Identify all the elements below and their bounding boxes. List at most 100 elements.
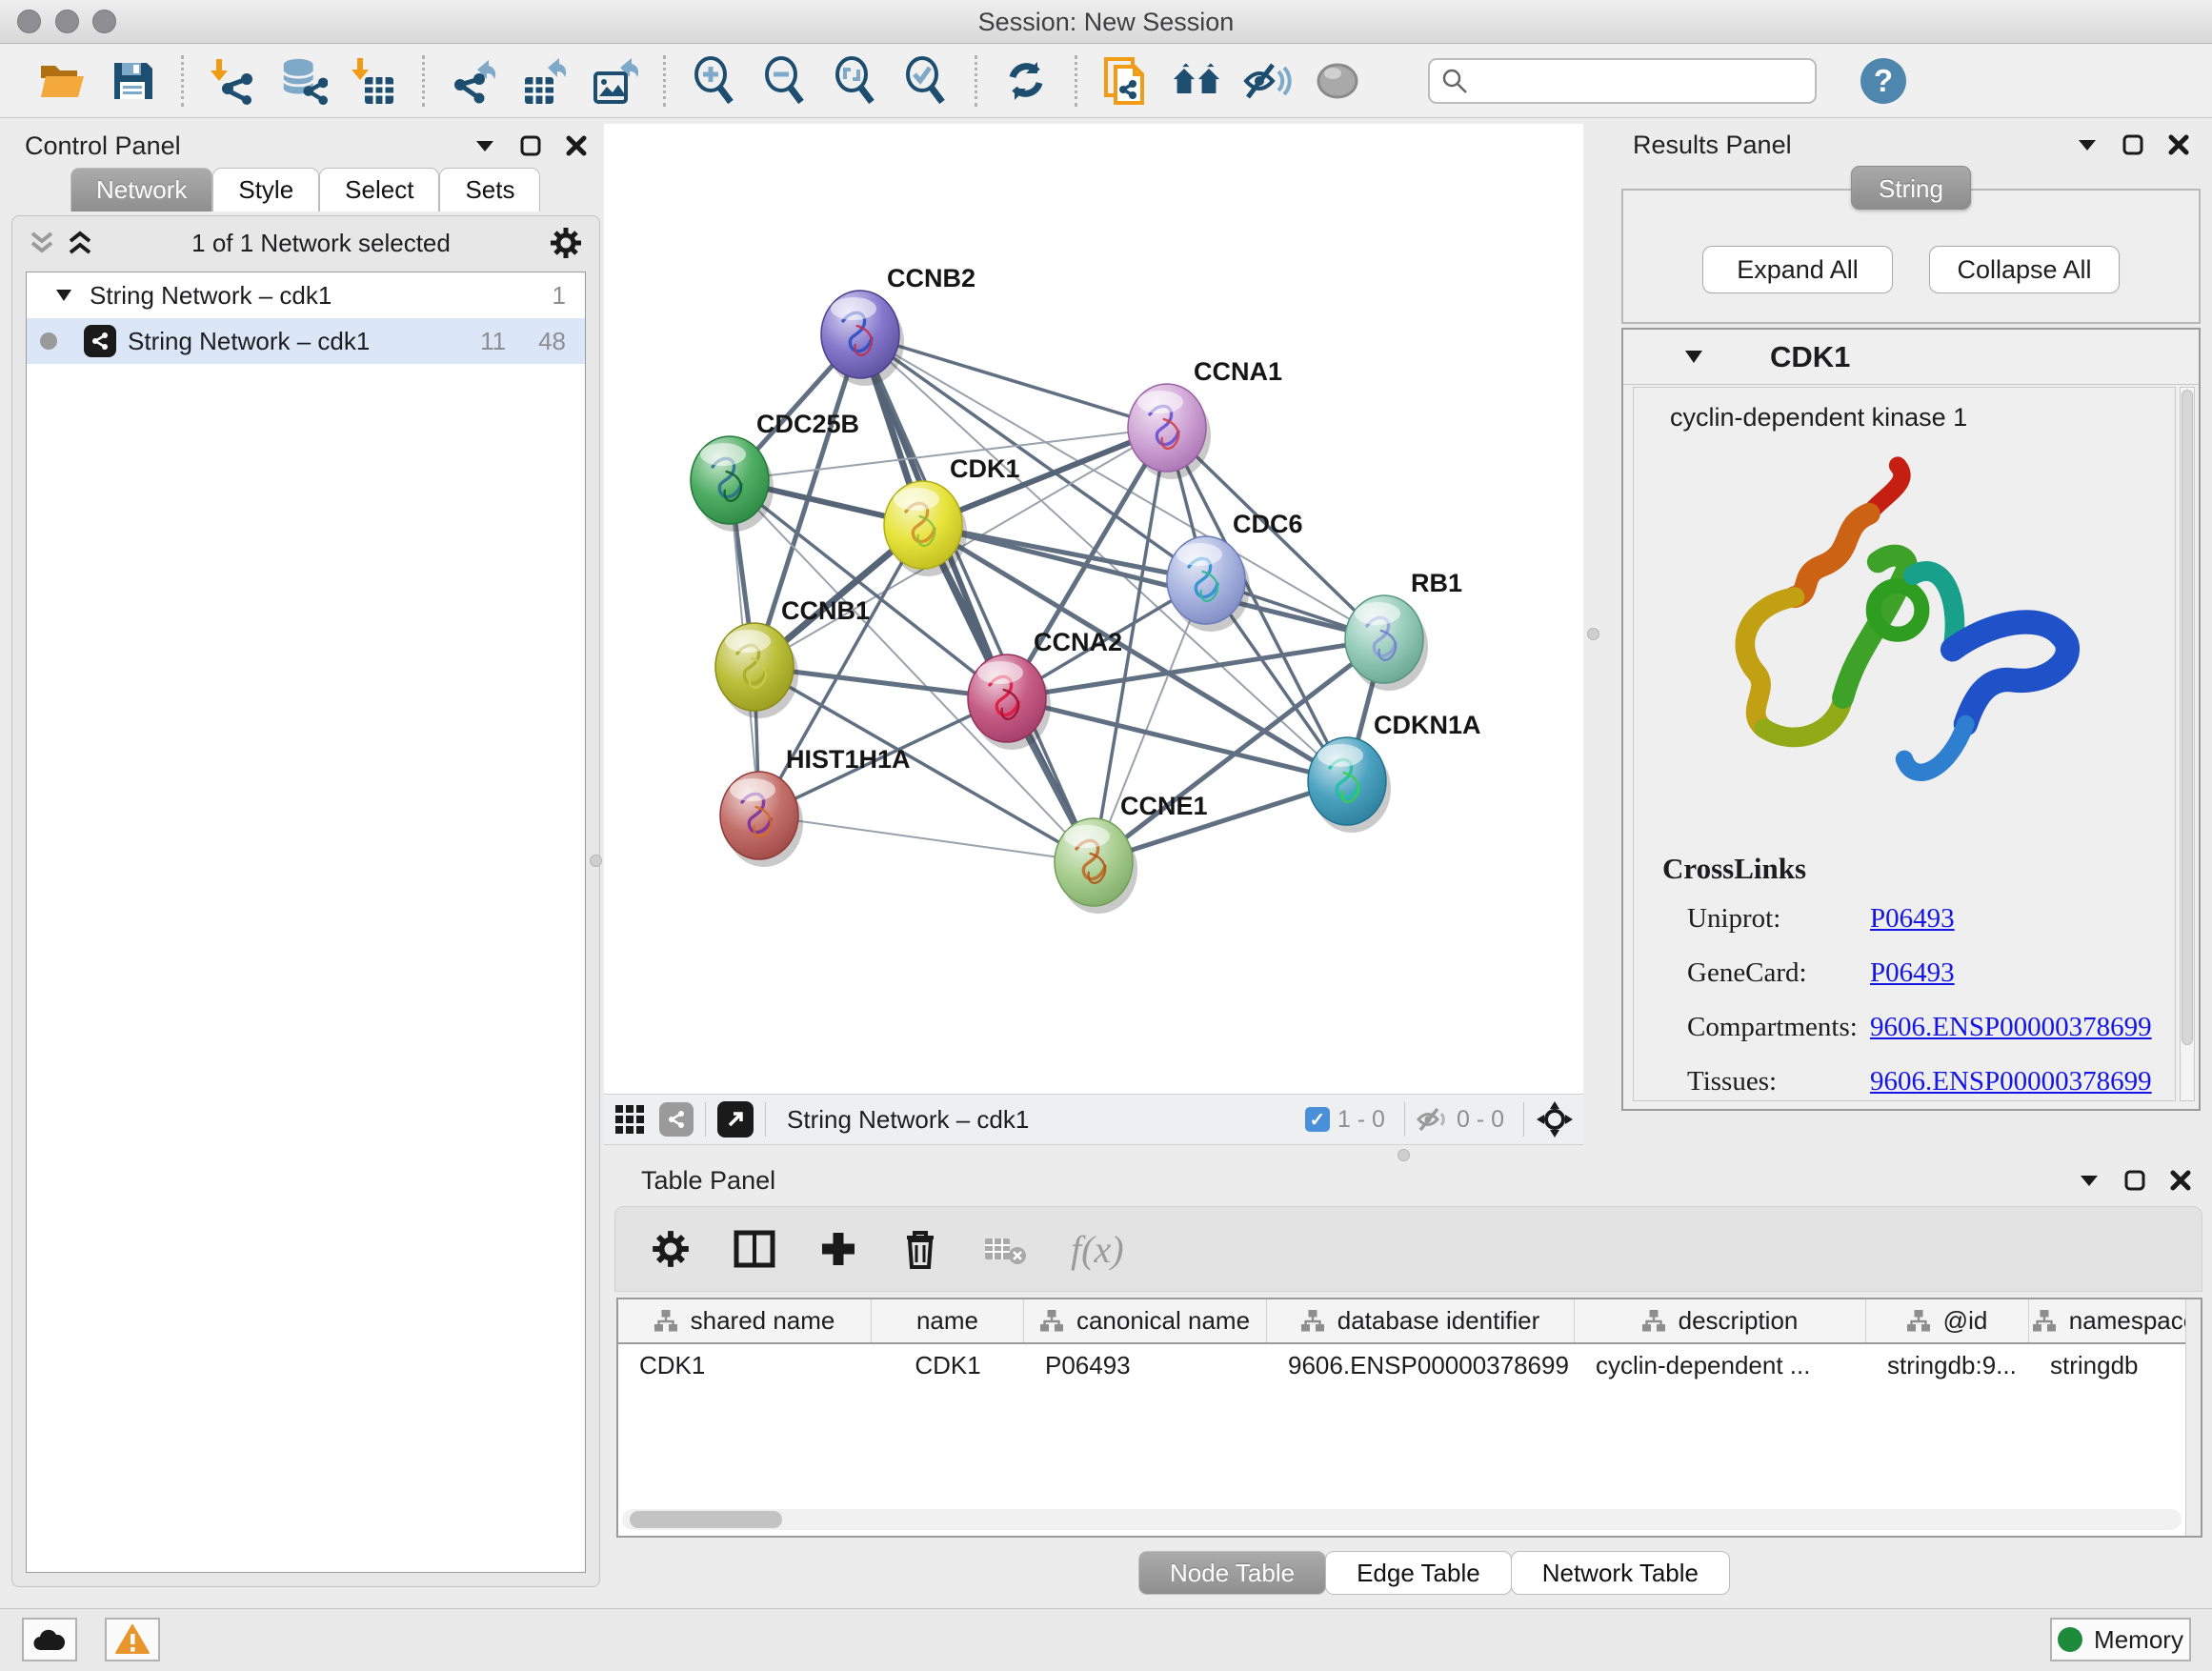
tab-string[interactable]: String: [1851, 166, 1971, 210]
table-row[interactable]: CDK1 CDK1 P06493 9606.ENSP00000378699 cy…: [618, 1344, 2201, 1387]
cell-name[interactable]: CDK1: [872, 1344, 1024, 1387]
node-label-CCNE1: CCNE1: [1120, 792, 1208, 820]
expand-all-button[interactable]: Expand All: [1702, 246, 1893, 293]
copy-network-icon[interactable]: [1101, 56, 1151, 106]
tab-network-table[interactable]: Network Table: [1511, 1551, 1730, 1595]
crosslink-tissues-link[interactable]: 9606.ENSP00000378699: [1870, 1066, 2152, 1097]
maximize-panel-icon[interactable]: [520, 135, 541, 156]
network-edge-HIST1H1A-CCNE1[interactable]: [759, 815, 1094, 862]
column-header-database-identifier[interactable]: database identifier: [1267, 1299, 1575, 1342]
network-node-HIST1H1A[interactable]: [720, 772, 803, 867]
expand-all-icon[interactable]: [68, 230, 92, 256]
hidden-items-eye-icon[interactable]: [1417, 1106, 1449, 1133]
network-node-CDK1[interactable]: [884, 481, 967, 576]
control-panel-tabs: NetworkStyleSelectSets: [11, 168, 600, 213]
table-horizontal-scrollbar[interactable]: [622, 1509, 2182, 1530]
network-options-gear-icon[interactable]: [550, 227, 582, 259]
results-scrollbar[interactable]: [2180, 387, 2195, 1101]
apply-layout-icon[interactable]: [1001, 56, 1051, 106]
share-network-icon[interactable]: [659, 1102, 694, 1137]
network-node-CDKN1A[interactable]: [1308, 737, 1391, 833]
cell-id[interactable]: stringdb:9...: [1866, 1344, 2029, 1387]
zoom-fit-icon[interactable]: [831, 56, 880, 106]
first-neighbors-icon[interactable]: [1172, 56, 1221, 106]
maximize-panel-icon[interactable]: [2124, 1170, 2145, 1191]
network-node-CCNA1[interactable]: [1128, 384, 1211, 479]
zoom-in-icon[interactable]: [690, 56, 739, 106]
search-input[interactable]: [1468, 67, 1803, 94]
import-table-file-icon[interactable]: [349, 56, 398, 106]
column-header-id[interactable]: @id: [1866, 1299, 2029, 1342]
search-field[interactable]: [1428, 58, 1817, 104]
cell-database-identifier[interactable]: 9606.ENSP00000378699: [1267, 1344, 1575, 1387]
float-panel-icon[interactable]: [2079, 1174, 2100, 1187]
network-node-CCNB2[interactable]: [821, 291, 904, 386]
cell-description[interactable]: cyclin-dependent ...: [1575, 1344, 1866, 1387]
save-session-icon[interactable]: [108, 56, 157, 106]
column-header-shared-name[interactable]: shared name: [618, 1299, 872, 1342]
network-node-CDC6[interactable]: [1167, 536, 1250, 632]
column-header-name[interactable]: name: [872, 1299, 1024, 1342]
close-panel-icon[interactable]: [2168, 134, 2189, 155]
cell-namespace[interactable]: stringdb: [2029, 1344, 2201, 1387]
memory-button[interactable]: Memory: [2050, 1618, 2191, 1661]
cell-canonical-name[interactable]: P06493: [1024, 1344, 1267, 1387]
crosslink-compartments-link[interactable]: 9606.ENSP00000378699: [1870, 1012, 2152, 1043]
warning-button[interactable]: [105, 1618, 160, 1661]
tab-style[interactable]: Style: [212, 168, 319, 211]
tab-node-table[interactable]: Node Table: [1138, 1551, 1326, 1595]
split-panel-icon[interactable]: [734, 1228, 775, 1270]
zoom-out-icon[interactable]: [760, 56, 810, 106]
tab-select[interactable]: Select: [319, 168, 439, 211]
birds-eye-view-icon[interactable]: [613, 1103, 646, 1136]
tab-sets[interactable]: Sets: [439, 168, 540, 211]
import-network-database-icon[interactable]: [278, 56, 328, 106]
tab-edge-table[interactable]: Edge Table: [1325, 1551, 1512, 1595]
open-in-new-window-icon[interactable]: [717, 1101, 754, 1137]
import-network-file-icon[interactable]: [208, 56, 257, 106]
right-splitter-handle[interactable]: [1587, 628, 1599, 640]
tab-network[interactable]: Network: [70, 168, 212, 211]
network-row-selected[interactable]: String Network – cdk1 11 48: [27, 318, 585, 364]
network-collection-row[interactable]: String Network – cdk1 1: [27, 272, 585, 318]
tree-expander-icon[interactable]: [55, 289, 72, 302]
delete-column-icon[interactable]: [901, 1228, 939, 1270]
selected-nodes-checkbox[interactable]: ✓: [1305, 1107, 1330, 1132]
show-all-icon[interactable]: [1313, 56, 1362, 106]
table-vertical-scrollbar[interactable]: [2185, 1299, 2201, 1536]
network-canvas[interactable]: CCNB2CCNA1CDC25BCDK1CDC6RB1CCNB1CCNA2CDK…: [604, 124, 1583, 1094]
table-tabs: Node TableEdge TableNetwork Table: [1138, 1551, 1729, 1595]
close-panel-icon[interactable]: [566, 135, 587, 156]
maximize-panel-icon[interactable]: [2122, 134, 2143, 155]
network-node-CCNA2[interactable]: [968, 654, 1051, 750]
float-panel-icon[interactable]: [2077, 138, 2098, 151]
close-panel-icon[interactable]: [2170, 1170, 2191, 1191]
network-node-CDC25B[interactable]: [691, 436, 774, 532]
open-session-icon[interactable]: [37, 56, 87, 106]
cell-shared-name[interactable]: CDK1: [618, 1344, 872, 1387]
collapse-all-button[interactable]: Collapse All: [1929, 246, 2120, 293]
network-node-RB1[interactable]: [1345, 595, 1428, 691]
left-splitter-handle[interactable]: [590, 855, 602, 867]
crosslink-uniprot-link[interactable]: P06493: [1870, 903, 1955, 935]
hide-selected-icon[interactable]: [1242, 56, 1292, 106]
collapse-all-icon[interactable]: [30, 230, 54, 256]
zoom-selected-icon[interactable]: [901, 56, 951, 106]
network-edge-CCNB2-CCNE1[interactable]: [860, 334, 1094, 862]
fit-content-crosshair-icon[interactable]: [1536, 1100, 1574, 1138]
column-header-namespace[interactable]: namespace: [2029, 1299, 2201, 1342]
column-header-description[interactable]: description: [1575, 1299, 1866, 1342]
cloud-button[interactable]: [22, 1618, 77, 1661]
add-column-icon[interactable]: [819, 1230, 857, 1268]
column-header-canonical-name[interactable]: canonical name: [1024, 1299, 1267, 1342]
network-node-CCNE1[interactable]: [1055, 818, 1137, 914]
export-table-icon[interactable]: [519, 56, 569, 106]
help-icon[interactable]: ?: [1860, 58, 1906, 104]
export-network-icon[interactable]: [449, 56, 498, 106]
table-settings-gear-icon[interactable]: [652, 1230, 690, 1268]
section-expander-icon[interactable]: [1684, 350, 1703, 364]
network-edge-CCNB2-CCNA1[interactable]: [860, 334, 1167, 428]
export-image-icon[interactable]: [590, 56, 639, 106]
float-panel-icon[interactable]: [474, 139, 495, 152]
crosslink-genecard-link[interactable]: P06493: [1870, 957, 1955, 989]
